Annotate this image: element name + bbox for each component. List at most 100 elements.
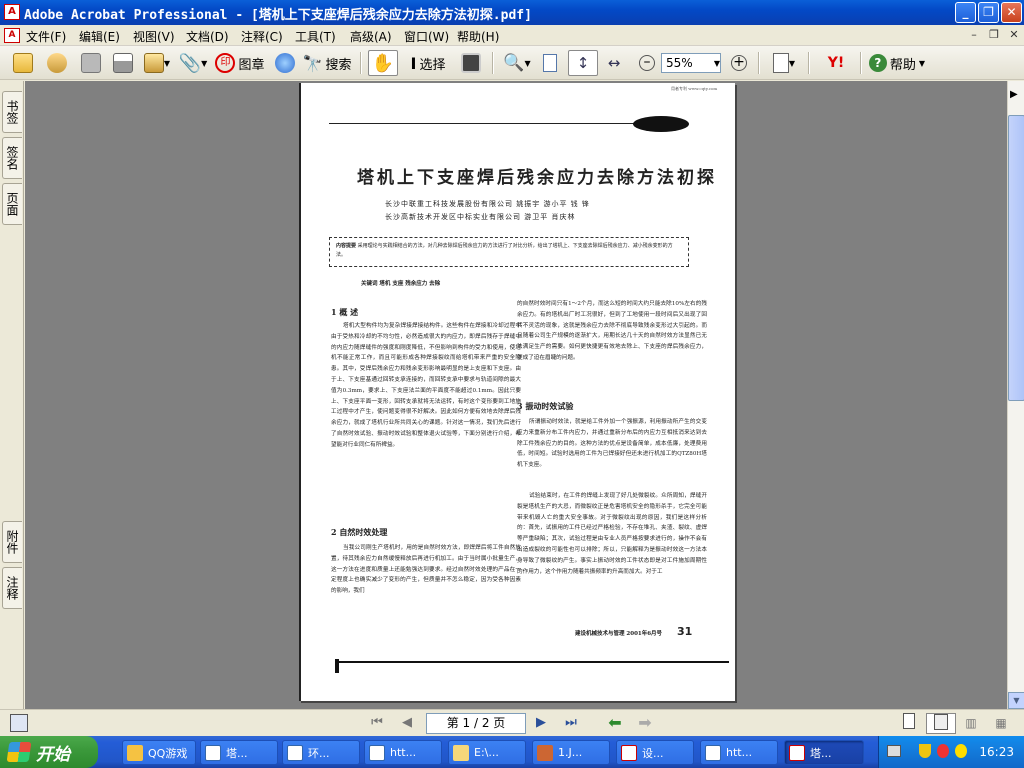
- scroll-down-button[interactable]: ▼: [1008, 692, 1024, 709]
- menu-help[interactable]: 帮助(H): [457, 28, 499, 45]
- plus-circle-icon: +: [731, 55, 747, 71]
- last-page-button[interactable]: ⏭: [560, 713, 582, 734]
- pdf-page: 用者专利 www.cqty.com 塔机上下支座焊后残余应力去除方法初探 长沙中…: [299, 83, 735, 701]
- paper-title: 塔机上下支座焊后残余应力去除方法初探: [357, 168, 717, 188]
- menu-view[interactable]: 视图(V): [133, 28, 175, 45]
- task-window-5[interactable]: E:\...: [448, 740, 526, 765]
- doc-minimize-button[interactable]: –: [966, 28, 982, 43]
- tab-comments[interactable]: 注释: [2, 567, 22, 609]
- rotate-page-icon: [772, 53, 789, 73]
- rotate-view-button[interactable]: ▼: [766, 50, 802, 76]
- open-button[interactable]: [10, 50, 36, 76]
- search-button[interactable]: 🔭 搜索: [302, 50, 352, 76]
- authors-line-2: 长沙高新技术开发区中标实业有限公司 游卫平 肖庆林: [385, 213, 576, 221]
- zoom-out-button[interactable]: –: [636, 50, 658, 76]
- shield-icon[interactable]: [919, 744, 931, 758]
- fit-page-icon: ↕: [576, 54, 590, 72]
- zoom-in-tool-button[interactable]: 🔍 ▼: [500, 50, 534, 76]
- title-bar[interactable]: A Adobe Acrobat Professional - [塔机上下支座焊后…: [0, 0, 1024, 25]
- first-page-button[interactable]: ⏮: [366, 713, 388, 734]
- keyboard-icon[interactable]: [887, 745, 901, 757]
- search-web-button[interactable]: [272, 50, 298, 76]
- qq-tray-icon[interactable]: [937, 744, 949, 758]
- email-button[interactable]: ▼: [140, 50, 174, 76]
- stamp-button[interactable]: 印图章: [214, 50, 266, 76]
- menu-file[interactable]: 文件(F): [26, 28, 66, 45]
- help-button[interactable]: ? 帮助 ▼: [866, 50, 928, 76]
- clock[interactable]: 16:23: [979, 745, 1014, 759]
- abstract-label: 内容提要: [336, 243, 357, 249]
- task-window-9[interactable]: 塔...: [784, 740, 864, 765]
- hand-tool-button[interactable]: ✋: [368, 50, 398, 76]
- page-size-icon[interactable]: [10, 714, 28, 732]
- word-icon: [705, 744, 721, 761]
- organizer-button[interactable]: [44, 50, 70, 76]
- menu-edit[interactable]: 编辑(E): [79, 28, 120, 45]
- task-window-3[interactable]: 环...: [282, 740, 360, 765]
- task-window-7[interactable]: 设...: [616, 740, 694, 765]
- menu-window[interactable]: 窗口(W): [404, 28, 449, 45]
- snapshot-button[interactable]: [458, 50, 484, 76]
- tab-bookmarks[interactable]: 书签: [2, 91, 22, 133]
- document-view[interactable]: 用者专利 www.cqty.com 塔机上下支座焊后残余应力去除方法初探 长沙中…: [25, 81, 1007, 709]
- tab-pages[interactable]: 页面: [2, 183, 22, 225]
- task-window-6[interactable]: 1.J...: [532, 740, 610, 765]
- continuous-facing-button[interactable]: ▦: [990, 713, 1012, 734]
- print-button[interactable]: [110, 50, 136, 76]
- task-qq-game[interactable]: QQ游戏: [122, 740, 196, 765]
- magnifier-icon: 🔍: [503, 53, 525, 73]
- chevron-down-icon: ▼: [788, 58, 796, 68]
- scroll-thumb[interactable]: [1008, 115, 1024, 401]
- continuous-button[interactable]: [926, 713, 956, 734]
- fit-width-icon: ↔: [607, 54, 621, 72]
- page-url-header: 用者专利 www.cqty.com: [671, 86, 718, 91]
- close-button[interactable]: ✕: [1001, 2, 1022, 23]
- acrobat-icon[interactable]: A: [4, 4, 20, 20]
- yahoo-toolbar-button[interactable]: Y!: [816, 50, 856, 76]
- select-tool-button[interactable]: I 选择: [402, 50, 454, 76]
- next-view-button[interactable]: ➡: [634, 713, 656, 734]
- doc-close-button[interactable]: ✕: [1006, 28, 1022, 43]
- task-window-4[interactable]: htt...: [364, 740, 442, 765]
- vertical-scrollbar[interactable]: ▶ ▲ ▼: [1007, 81, 1024, 709]
- facing-button[interactable]: ▥: [960, 713, 982, 734]
- menu-tools[interactable]: 工具(T): [295, 28, 336, 45]
- previous-page-button[interactable]: ◀: [396, 713, 418, 734]
- abstract-box: 内容提要 采用理论与实践相结合的方法，对几种去除焊后残余应力的方法进行了对比分析…: [329, 237, 689, 267]
- zoom-dropdown-button[interactable]: ▼: [710, 50, 724, 76]
- task-window-8[interactable]: htt...: [700, 740, 778, 765]
- toolbar-separator: [758, 52, 760, 74]
- section-2-body: 当我公司刚生产塔机时，用的是自然时效方法，即焊焊后将工件自然放置，待其残余应力自…: [331, 545, 521, 595]
- zoom-in-button[interactable]: +: [728, 50, 750, 76]
- next-page-button[interactable]: ▶: [530, 713, 552, 734]
- attach-button[interactable]: 📎 ▼: [178, 50, 208, 76]
- organizer-icon: [47, 53, 67, 73]
- start-button[interactable]: 开始: [0, 736, 98, 768]
- save-button[interactable]: [78, 50, 104, 76]
- previous-view-button[interactable]: ⬅: [604, 713, 626, 734]
- minimize-button[interactable]: _: [955, 2, 976, 23]
- restore-button[interactable]: ❐: [978, 2, 999, 23]
- header-rule: [329, 123, 659, 124]
- menu-document[interactable]: 文档(D): [186, 28, 229, 45]
- question-icon: ?: [868, 54, 887, 72]
- menu-advanced[interactable]: 高级(A): [350, 28, 392, 45]
- actual-size-button[interactable]: [538, 50, 562, 76]
- fit-page-button[interactable]: ↕: [568, 50, 598, 76]
- chevron-down-icon: ▼: [524, 58, 531, 68]
- task-window-2[interactable]: 塔...: [200, 740, 278, 765]
- menu-bar: A 文件(F) 编辑(E) 视图(V) 文档(D) 注释(C) 工具(T) 高级…: [0, 25, 1024, 46]
- toolbar-separator: [360, 52, 362, 74]
- page-number-field[interactable]: 第 1 / 2 页: [426, 713, 526, 734]
- options-arrow-icon[interactable]: ▶: [1010, 89, 1018, 100]
- doc-restore-button[interactable]: ❐: [986, 28, 1002, 43]
- facing-icon: ▥: [965, 716, 977, 730]
- tab-signatures[interactable]: 签名: [2, 137, 22, 179]
- printer-icon: [113, 53, 133, 73]
- fit-width-button[interactable]: ↔: [602, 50, 626, 76]
- messenger-icon[interactable]: [955, 744, 967, 758]
- document-icon[interactable]: A: [4, 28, 20, 43]
- menu-comments[interactable]: 注释(C): [241, 28, 283, 45]
- single-page-button[interactable]: [898, 713, 920, 734]
- tab-attachments[interactable]: 附件: [2, 521, 22, 563]
